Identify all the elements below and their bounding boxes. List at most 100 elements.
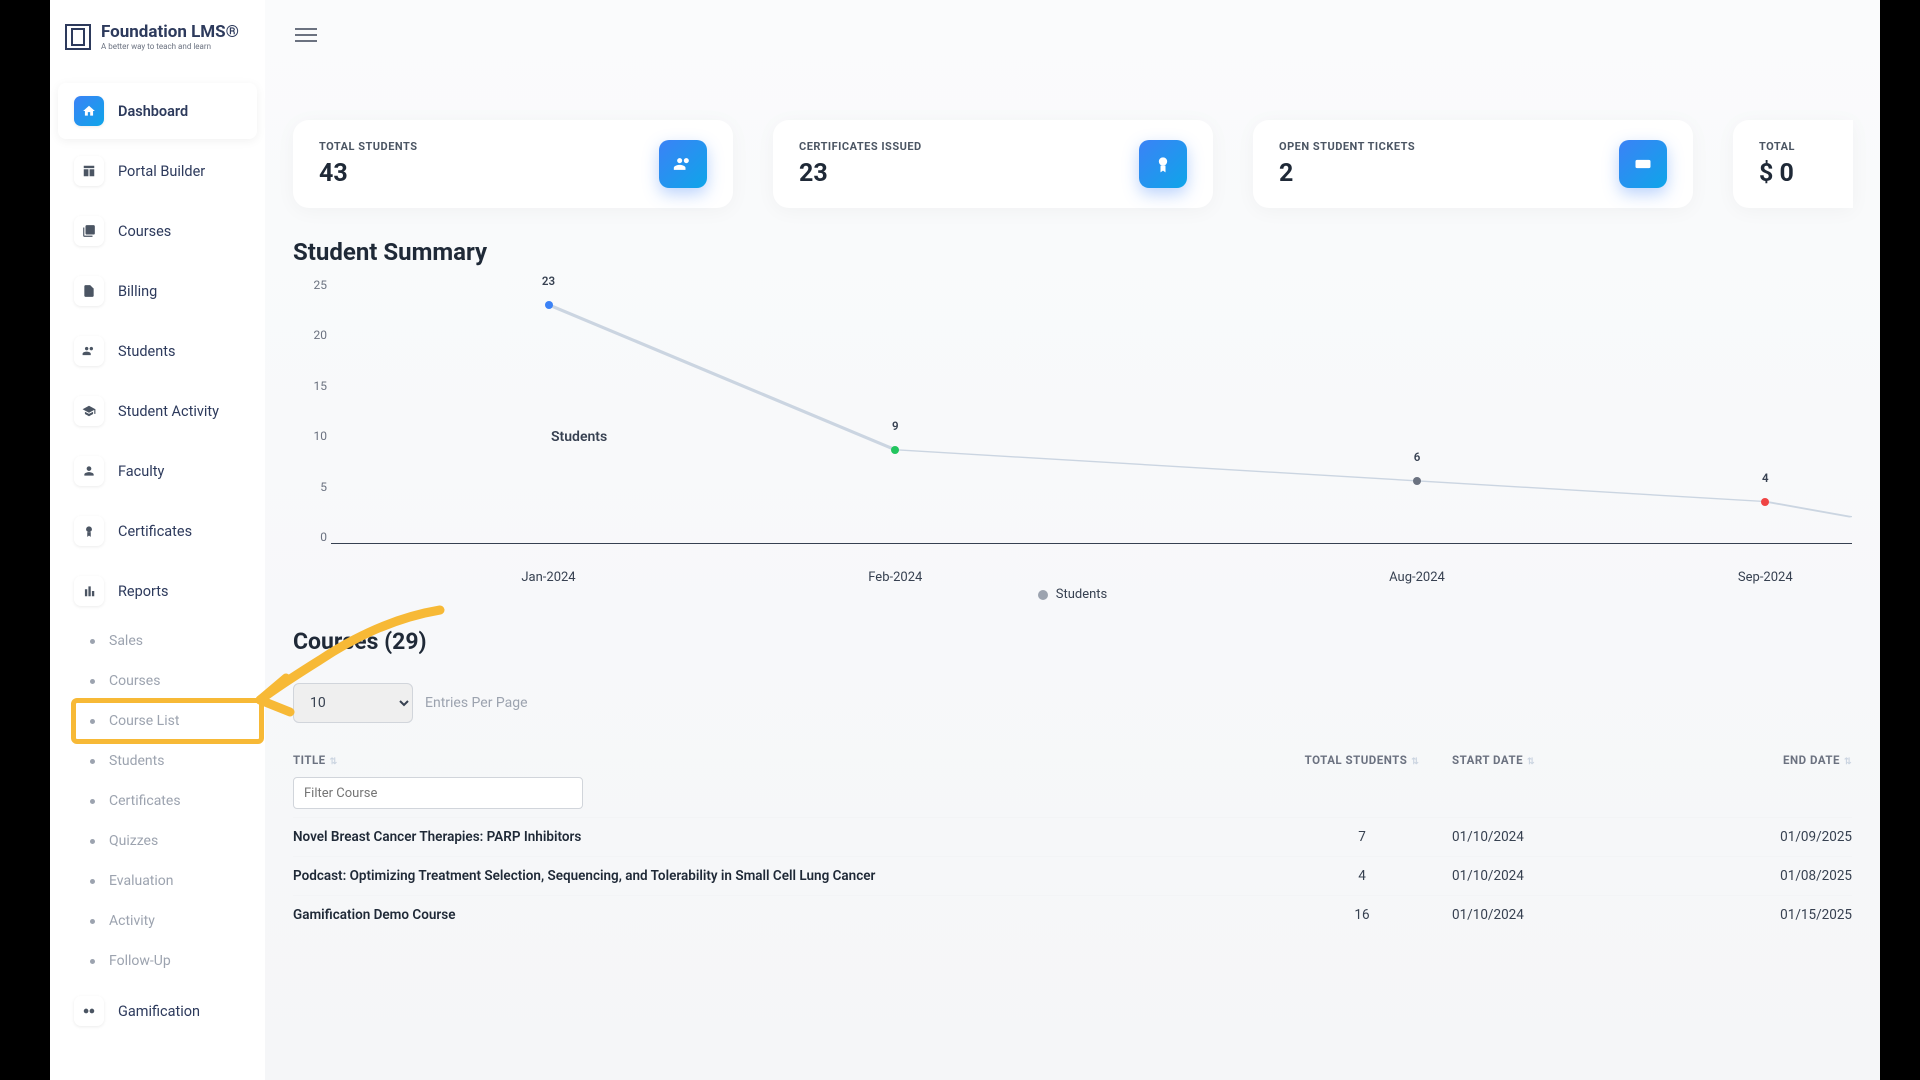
filter-course-input[interactable]: [293, 777, 583, 809]
courses-title: Courses (29): [293, 628, 1852, 655]
document-icon: [74, 276, 104, 306]
chart-legend: Students: [293, 587, 1852, 602]
sidebar-item-reports[interactable]: Reports: [58, 563, 257, 619]
stat-label: OPEN STUDENT TICKETS: [1279, 140, 1415, 153]
brand-tagline: A better way to teach and learn: [101, 42, 239, 51]
sub-item-students[interactable]: Students: [74, 741, 261, 781]
sidebar-item-faculty[interactable]: Faculty: [58, 443, 257, 499]
brand-logo[interactable]: Foundation LMS® A better way to teach an…: [50, 22, 265, 81]
chart-title: Student Summary: [293, 238, 1852, 266]
courses-section: Courses (29) 10 Entries Per Page TITLE⇅ …: [265, 628, 1880, 934]
stat-label: CERTIFICATES ISSUED: [799, 140, 922, 153]
column-start[interactable]: START DATE⇅: [1452, 753, 1702, 767]
stat-value: 23: [799, 159, 922, 188]
chart-point-label: 4: [1762, 471, 1769, 485]
sidebar-item-billing[interactable]: Billing: [58, 263, 257, 319]
sidebar-item-gamification[interactable]: Gamification: [58, 983, 257, 1039]
award-icon: [1139, 140, 1187, 188]
sidebar-item-label: Faculty: [118, 463, 164, 480]
sidebar-item-students[interactable]: Students: [58, 323, 257, 379]
legend-dot-icon: [1038, 590, 1048, 600]
entries-label: Entries Per Page: [425, 695, 528, 711]
stat-label: TOTAL STUDENTS: [319, 140, 418, 153]
sidebar-item-label: Certificates: [118, 523, 192, 540]
sidebar-item-label: Dashboard: [118, 103, 188, 120]
chart-point-label: 6: [1414, 450, 1421, 464]
sub-item-sales[interactable]: Sales: [74, 621, 261, 661]
chart-point-label: 23: [542, 274, 555, 288]
entries-per-page: 10 Entries Per Page: [293, 683, 1852, 723]
sub-item-certificates[interactable]: Certificates: [74, 781, 261, 821]
sidebar-item-label: Students: [118, 343, 175, 360]
sub-item-followup[interactable]: Follow-Up: [74, 941, 261, 981]
chart-point-label: 9: [892, 419, 899, 433]
chart-line: [331, 284, 1852, 543]
sidebar-item-label: Student Activity: [118, 403, 219, 420]
layout-icon: [74, 156, 104, 186]
stat-value: $ 0: [1759, 159, 1795, 188]
reports-submenu: Sales Courses Course List Students Certi…: [54, 621, 261, 981]
stat-card-total-revenue[interactable]: TOTAL $ 0: [1733, 120, 1853, 208]
chart-point[interactable]: [1761, 498, 1769, 506]
column-students[interactable]: TOTAL STUDENTS⇅: [1272, 753, 1452, 767]
stat-card-tickets[interactable]: OPEN STUDENT TICKETS 2: [1253, 120, 1693, 208]
sidebar-item-dashboard[interactable]: Dashboard: [58, 83, 257, 139]
sidebar: Foundation LMS® A better way to teach an…: [50, 0, 265, 1080]
chart-section: Student Summary 25 20 15 10 5 0 23: [265, 238, 1880, 628]
student-summary-chart[interactable]: 25 20 15 10 5 0 23 9 6: [293, 278, 1852, 588]
chart-y-axis: 25 20 15 10 5 0: [293, 278, 327, 544]
column-end[interactable]: END DATE⇅: [1702, 753, 1852, 767]
sidebar-nav: Dashboard Portal Builder Courses Billing…: [50, 81, 265, 1041]
logo-icon: [65, 24, 91, 50]
graduation-icon: [74, 396, 104, 426]
courses-table: TITLE⇅ TOTAL STUDENTS⇅ START DATE⇅ END D…: [293, 743, 1852, 934]
chart-icon: [74, 576, 104, 606]
table-row[interactable]: Gamification Demo Course 16 01/10/2024 0…: [293, 895, 1852, 934]
stat-card-certificates[interactable]: CERTIFICATES ISSUED 23: [773, 120, 1213, 208]
sort-icon: ⇅: [1527, 757, 1535, 767]
ticket-icon: [1619, 140, 1667, 188]
sub-item-course-list[interactable]: Course List: [74, 701, 261, 741]
table-row[interactable]: Novel Breast Cancer Therapies: PARP Inhi…: [293, 817, 1852, 856]
stat-label: TOTAL: [1759, 140, 1795, 153]
sidebar-item-courses[interactable]: Courses: [58, 203, 257, 259]
chart-point[interactable]: [891, 446, 899, 454]
sidebar-item-label: Courses: [118, 223, 171, 240]
chart-point[interactable]: [1413, 477, 1421, 485]
table-header: TITLE⇅ TOTAL STUDENTS⇅ START DATE⇅ END D…: [293, 743, 1852, 777]
table-row[interactable]: Podcast: Optimizing Treatment Selection,…: [293, 856, 1852, 895]
sort-icon: ⇅: [1411, 757, 1419, 767]
menu-toggle-icon[interactable]: [295, 24, 317, 46]
sort-icon: ⇅: [1844, 757, 1852, 767]
main-content: TOTAL STUDENTS 43 CERTIFICATES ISSUED 23…: [265, 0, 1880, 1080]
stats-row: TOTAL STUDENTS 43 CERTIFICATES ISSUED 23…: [265, 120, 1880, 238]
topbar: [265, 0, 1880, 70]
stat-card-total-students[interactable]: TOTAL STUDENTS 43: [293, 120, 733, 208]
sub-item-evaluation[interactable]: Evaluation: [74, 861, 261, 901]
sidebar-item-certificates[interactable]: Certificates: [58, 503, 257, 559]
users-icon: [74, 336, 104, 366]
trophy-icon: [74, 996, 104, 1026]
stat-value: 43: [319, 159, 418, 188]
stat-value: 2: [1279, 159, 1415, 188]
book-icon: [74, 216, 104, 246]
sidebar-item-portal-builder[interactable]: Portal Builder: [58, 143, 257, 199]
sidebar-item-student-activity[interactable]: Student Activity: [58, 383, 257, 439]
chart-series-label: Students: [551, 429, 607, 445]
chart-plot-area: 23 9 6 4 Students: [331, 284, 1852, 544]
sidebar-item-label: Reports: [118, 583, 169, 600]
sidebar-item-label: Gamification: [118, 1003, 200, 1020]
sidebar-item-label: Billing: [118, 283, 157, 300]
certificate-icon: [74, 516, 104, 546]
sub-item-courses[interactable]: Courses: [74, 661, 261, 701]
sub-item-quizzes[interactable]: Quizzes: [74, 821, 261, 861]
entries-select[interactable]: 10: [293, 683, 413, 723]
brand-name: Foundation LMS®: [101, 22, 239, 42]
column-title[interactable]: TITLE⇅: [293, 753, 1272, 767]
home-icon: [74, 96, 104, 126]
users-icon: [659, 140, 707, 188]
chart-point[interactable]: [545, 301, 553, 309]
sort-icon: ⇅: [330, 757, 338, 767]
sub-item-activity[interactable]: Activity: [74, 901, 261, 941]
person-icon: [74, 456, 104, 486]
